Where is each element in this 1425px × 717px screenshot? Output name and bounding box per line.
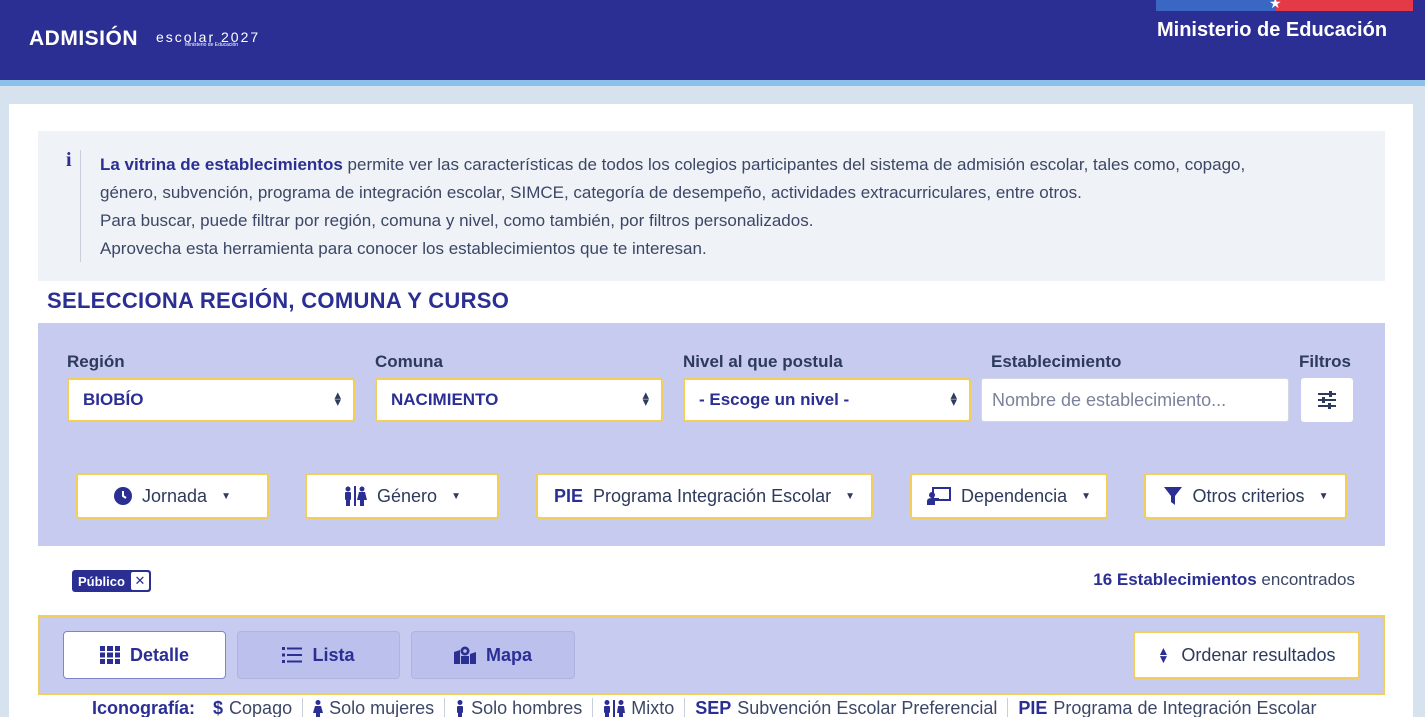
sort-arrows-icon: ▴ ▾ bbox=[642, 387, 649, 409]
info-icon: i bbox=[66, 149, 72, 171]
star-icon: ★ bbox=[1269, 0, 1282, 11]
iconography-legend: Iconografía: $ Copago Solo mujeres Solo h… bbox=[92, 698, 1327, 717]
nivel-select[interactable]: - Escoge un nivel - ▴ ▾ bbox=[683, 378, 971, 422]
section-title: SELECCIONA REGIÓN, COMUNA Y CURSO bbox=[47, 288, 510, 313]
dependencia-label: Dependencia bbox=[961, 485, 1068, 506]
flag-bar: ★ bbox=[1156, 0, 1413, 11]
genero-label: Género bbox=[377, 485, 438, 506]
pie-legend-abbr: PIE bbox=[1018, 698, 1048, 717]
results-number: 16 Establecimientos bbox=[1093, 570, 1257, 589]
sliders-icon bbox=[1318, 391, 1336, 409]
results-suffix: encontrados bbox=[1256, 570, 1355, 589]
funnel-icon bbox=[1163, 487, 1182, 505]
info-bold-lead: La vitrina de establecimientos bbox=[100, 155, 343, 174]
flag-red bbox=[1276, 0, 1413, 11]
restroom-icon bbox=[604, 699, 626, 717]
male-icon bbox=[457, 699, 464, 717]
comuna-value: NACIMIENTO bbox=[391, 390, 499, 409]
list-icon bbox=[282, 647, 303, 663]
nivel-value: - Escoge un nivel - bbox=[699, 390, 850, 409]
ordenar-label: Ordenar resultados bbox=[1181, 644, 1336, 665]
legend-hombres-label: Solo hombres bbox=[471, 698, 583, 717]
genero-dropdown[interactable]: Género ▼ bbox=[305, 473, 499, 519]
region-select[interactable]: BIOBÍO ▴ ▾ bbox=[67, 378, 355, 422]
legend-hombres: Solo hombres bbox=[445, 698, 594, 717]
region-value: BIOBÍO bbox=[83, 390, 144, 409]
legend-sep-label: Subvención Escolar Preferencial bbox=[737, 698, 998, 717]
female-icon bbox=[313, 699, 324, 717]
caret-down-icon: ▼ bbox=[845, 490, 856, 502]
logo-ministry-tiny: Ministerio de Educación bbox=[185, 42, 239, 48]
info-divider bbox=[80, 150, 81, 262]
lista-label: Lista bbox=[312, 644, 355, 665]
sort-arrows-icon: ▴ ▾ bbox=[334, 387, 341, 409]
restroom-icon bbox=[345, 486, 368, 506]
dollar-icon: $ bbox=[213, 698, 224, 717]
ministry-title[interactable]: Ministerio de Educación bbox=[1157, 19, 1387, 42]
info-line-3: Para buscar, puede filtrar por región, c… bbox=[100, 211, 814, 230]
sort-arrows-icon: ▴ ▾ bbox=[950, 387, 957, 409]
comuna-select[interactable]: NACIMIENTO ▴ ▾ bbox=[375, 378, 663, 422]
lista-view-button[interactable]: Lista bbox=[237, 631, 400, 679]
jornada-dropdown[interactable]: Jornada ▼ bbox=[76, 473, 269, 519]
detalle-view-button[interactable]: Detalle bbox=[63, 631, 226, 679]
legend-copago: $ Copago bbox=[203, 698, 304, 717]
grid-icon bbox=[99, 646, 120, 664]
sort-icon: ▲ ▼ bbox=[1157, 644, 1170, 666]
pie-abbr: PIE bbox=[553, 485, 583, 506]
legend-mujeres: Solo mujeres bbox=[303, 698, 446, 717]
info-line-1: La vitrina de establecimientos permite v… bbox=[100, 155, 1245, 175]
mapa-view-button[interactable]: Mapa bbox=[411, 631, 575, 679]
flag-blue bbox=[1156, 0, 1276, 11]
legend-mixto-label: Mixto bbox=[631, 698, 675, 717]
clock-icon bbox=[114, 487, 133, 505]
map-marker-icon bbox=[453, 646, 476, 664]
caret-down-icon: ▼ bbox=[1081, 490, 1091, 502]
teacher-board-icon bbox=[927, 487, 951, 505]
filtros-label: Filtros bbox=[1299, 352, 1351, 371]
pie-dropdown[interactable]: PIE Programa Integración Escolar ▼ bbox=[536, 473, 873, 519]
header-accent-strip bbox=[0, 80, 1425, 86]
info-line-4: Aprovecha esta herramienta para conocer … bbox=[100, 239, 707, 258]
pie-label: Programa Integración Escolar bbox=[592, 485, 832, 506]
detalle-label: Detalle bbox=[129, 644, 190, 665]
remove-filter-close-icon[interactable]: ✕ bbox=[130, 572, 149, 590]
region-label: Región bbox=[67, 352, 125, 371]
ordenar-resultados-button[interactable]: ▲ ▼ Ordenar resultados bbox=[1133, 631, 1360, 679]
dependencia-dropdown[interactable]: Dependencia ▼ bbox=[910, 473, 1108, 519]
admision-logo[interactable]: ADMISIÓN bbox=[29, 27, 138, 51]
caret-down-icon: ▼ bbox=[221, 490, 231, 502]
establecimiento-label: Establecimiento bbox=[991, 352, 1122, 371]
sep-abbr: SEP bbox=[695, 698, 732, 717]
mapa-label: Mapa bbox=[485, 644, 532, 665]
caret-down-icon: ▼ bbox=[1318, 490, 1329, 502]
otros-criterios-dropdown[interactable]: Otros criterios ▼ bbox=[1144, 473, 1347, 519]
legend-mixto: Mixto bbox=[593, 698, 686, 717]
info-line-2: género, subvención, programa de integrac… bbox=[100, 183, 1082, 202]
info-line-1-rest: permite ver las características de todos… bbox=[342, 155, 1246, 174]
legend-sep: SEP Subvención Escolar Preferencial bbox=[685, 698, 1009, 717]
establecimiento-input[interactable] bbox=[981, 378, 1289, 422]
active-filter-tag: Público ✕ bbox=[72, 570, 151, 592]
legend-mujeres-label: Solo mujeres bbox=[329, 698, 435, 717]
nivel-label: Nivel al que postula bbox=[683, 352, 843, 371]
filtros-button[interactable] bbox=[1301, 378, 1353, 422]
legend-title: Iconografía: bbox=[92, 698, 196, 717]
active-filter-label: Público bbox=[78, 573, 125, 589]
legend-copago-label: Copago bbox=[229, 698, 293, 717]
results-count: 16 Establecimientos encontrados bbox=[1093, 570, 1355, 590]
legend-pie: PIE Programa de Integración Escolar bbox=[1008, 698, 1326, 717]
otros-label: Otros criterios bbox=[1192, 485, 1305, 506]
jornada-label: Jornada bbox=[142, 485, 208, 506]
legend-pie-label: Programa de Integración Escolar bbox=[1053, 698, 1317, 717]
comuna-label: Comuna bbox=[375, 352, 443, 371]
caret-down-icon: ▼ bbox=[451, 490, 461, 502]
